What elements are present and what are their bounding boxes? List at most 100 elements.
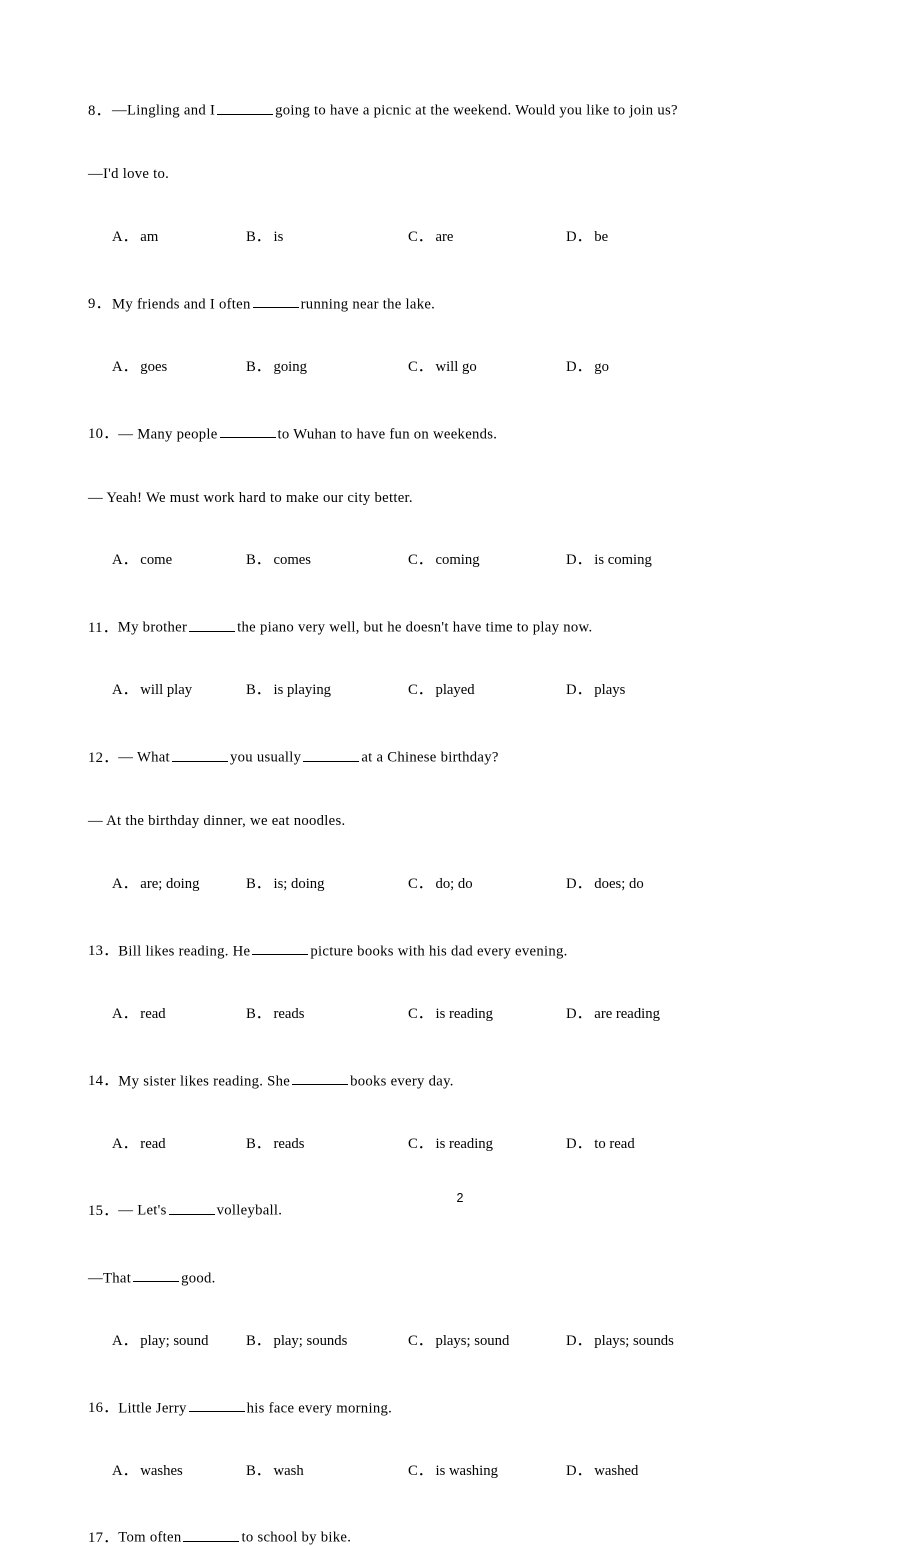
answer-blank-9[interactable] [252, 294, 299, 309]
option-b-9[interactable]: B． going [246, 359, 307, 375]
option-a-text-14: read [140, 1135, 166, 1152]
answer-blank-12-second[interactable] [303, 747, 360, 762]
option-c-13[interactable]: C． is reading [408, 1007, 493, 1022]
option-d-13[interactable]: D． are reading [566, 1007, 660, 1022]
option-c-text-15: plays; sound [435, 1332, 510, 1349]
option-d-10[interactable]: D． is coming [566, 553, 652, 568]
option-b-15[interactable]: B． play; sounds [246, 1334, 347, 1349]
question-block-13: 13．Bill likes reading. He picture books w… [88, 941, 720, 1071]
option-a-label-9: A． [112, 358, 138, 375]
option-c-label-12: C． [408, 875, 433, 892]
option-a-text-16: washes [140, 1462, 183, 1479]
option-c-15[interactable]: C． plays; sound [408, 1334, 509, 1349]
option-b-text-8: is [273, 228, 284, 245]
question-stem-9: 9．My friends and I often running near the… [88, 294, 720, 312]
option-b-label-8: B． [246, 228, 271, 245]
question-number-12: 12． [88, 749, 119, 766]
option-b-13[interactable]: B． reads [246, 1007, 304, 1022]
option-c-8[interactable]: C． are [408, 230, 453, 245]
answer-blank-17[interactable] [183, 1527, 240, 1542]
question-stem-12: 12．— What you usually at a Chinese birthda… [88, 747, 720, 765]
option-c-9[interactable]: C． will go [408, 359, 477, 375]
stem-text-pre-10: — Many people [118, 426, 218, 443]
option-a-16[interactable]: A． washes [112, 1462, 183, 1479]
option-b-text-10: comes [273, 552, 312, 569]
option-d-8[interactable]: D． be [566, 230, 608, 245]
answer-blank-10[interactable] [219, 424, 276, 439]
option-c-16[interactable]: C． is washing [408, 1462, 498, 1479]
answer-blank-13[interactable] [252, 941, 309, 956]
option-a-text-15: play; sound [140, 1332, 209, 1349]
option-b-text-15: play; sounds [273, 1332, 348, 1349]
option-c-text-13: is reading [435, 1005, 493, 1022]
stem-text-post-12: at a Chinese birthday? [361, 749, 499, 766]
option-d-14[interactable]: D． to read [566, 1136, 635, 1152]
option-a-label-11: A． [112, 682, 138, 699]
option-d-text-11: plays [594, 682, 626, 699]
option-c-text-12: do; do [435, 875, 473, 892]
option-b-10[interactable]: B． comes [246, 553, 311, 568]
option-c-12[interactable]: C． do; do [408, 877, 473, 892]
stem-text-post-10: to Wuhan to have fun on weekends. [277, 426, 498, 443]
question-block-8: 8．—Lingling and I going to have a picnic … [88, 100, 720, 294]
stem-text-pre-15: — Let's [118, 1202, 167, 1219]
options-row-16: A． washes B． wash C． is washing D． washed [88, 1462, 720, 1479]
options-row-11: A． will play B． is playing C． played D． play… [88, 683, 720, 698]
option-c-10[interactable]: C． coming [408, 553, 480, 568]
options-row-8: A． am B． is C． are D． be [88, 230, 720, 245]
option-c-label-15: C． [408, 1332, 433, 1349]
option-d-text-9: go [594, 358, 609, 375]
question-stem-16: 16．Little Jerry his face every morning. [88, 1398, 720, 1416]
question-block-12: 12．— What you usually at a Chinese birthda… [88, 747, 720, 941]
answer-blank-14[interactable] [292, 1071, 349, 1086]
option-a-9[interactable]: A． goes [112, 358, 167, 375]
stem-text-pre-16: Little Jerry [118, 1400, 187, 1417]
option-b-label-14: B． [246, 1135, 271, 1152]
option-b-14[interactable]: B． reads [246, 1135, 304, 1152]
options-row-14: A． read B． reads C． is reading D． to read [88, 1135, 720, 1152]
question-number-11: 11． [88, 619, 118, 636]
option-d-16[interactable]: D． washed [566, 1462, 639, 1479]
stem-text-post-16: his face every morning. [246, 1400, 393, 1417]
option-d-text-16: washed [594, 1462, 639, 1479]
question-number-8: 8． [88, 102, 111, 119]
option-d-12[interactable]: D． does; do [566, 877, 644, 892]
worksheet-page: 8．—Lingling and I going to have a picnic … [0, 0, 920, 1545]
option-c-text-8: are [435, 228, 454, 245]
option-a-10[interactable]: A． come [112, 553, 172, 568]
option-b-11[interactable]: B． is playing [246, 683, 331, 698]
option-d-text-10: is coming [594, 552, 652, 569]
option-c-label-16: C． [408, 1462, 433, 1479]
reply-text-pre-15: —That [88, 1270, 132, 1287]
option-d-11[interactable]: D． plays [566, 683, 625, 698]
option-d-label-10: D． [566, 552, 592, 569]
option-d-15[interactable]: D． plays; sounds [566, 1334, 674, 1349]
answer-blank-11[interactable] [189, 617, 236, 632]
answer-blank-8[interactable] [217, 100, 274, 115]
question-stem-8: 8．—Lingling and I going to have a picnic … [88, 100, 720, 118]
option-b-16[interactable]: B． wash [246, 1462, 304, 1479]
option-a-label-8: A． [112, 228, 138, 245]
option-b-8[interactable]: B． is [246, 230, 283, 245]
question-reply-8: —I'd love to. [88, 166, 170, 183]
option-b-12[interactable]: B． is; doing [246, 877, 325, 892]
option-d-9[interactable]: D． go [566, 358, 609, 375]
answer-blank-15-reply[interactable] [133, 1268, 180, 1283]
option-a-13[interactable]: A． read [112, 1007, 166, 1022]
answer-blank-16[interactable] [188, 1398, 245, 1413]
option-a-12[interactable]: A． are; doing [112, 877, 199, 892]
option-c-11[interactable]: C． played [408, 683, 475, 698]
option-a-14[interactable]: A． read [112, 1135, 166, 1152]
option-a-15[interactable]: A． play; sound [112, 1334, 208, 1349]
option-c-14[interactable]: C． is reading [408, 1136, 493, 1152]
answer-blank-12-first[interactable] [171, 747, 228, 762]
option-a-8[interactable]: A． am [112, 230, 158, 245]
option-b-text-16: wash [273, 1462, 304, 1479]
stem-text-pre-17: Tom often [118, 1530, 182, 1546]
option-d-text-8: be [594, 228, 609, 245]
option-d-text-15: plays; sounds [594, 1332, 674, 1349]
option-a-11[interactable]: A． will play [112, 683, 192, 698]
